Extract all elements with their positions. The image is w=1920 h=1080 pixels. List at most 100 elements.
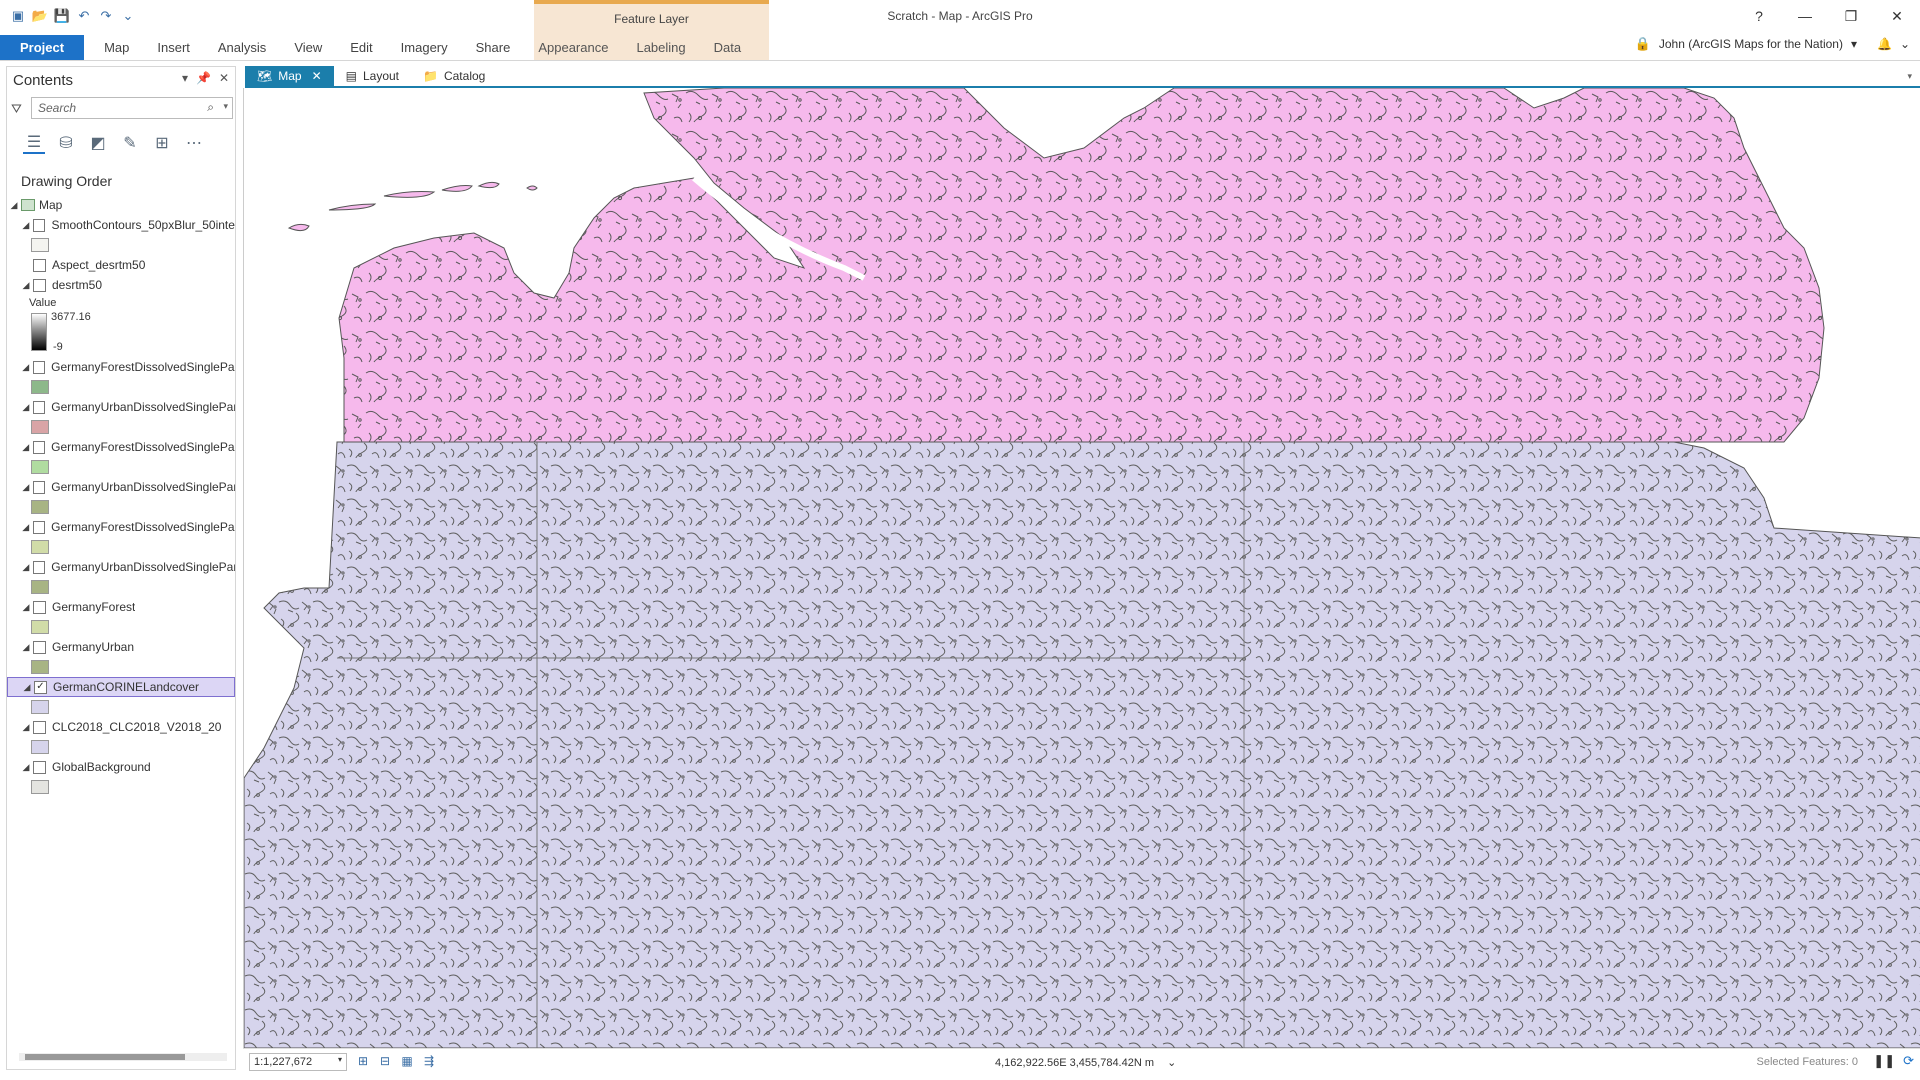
layer-item[interactable]: ◢ GermanyForest: [7, 597, 235, 617]
more-options-icon[interactable]: ⋯: [183, 132, 205, 154]
layer-symbol-swatch[interactable]: [31, 540, 49, 554]
tab-imagery[interactable]: Imagery: [387, 35, 462, 60]
layer-symbol-swatch[interactable]: [31, 780, 49, 794]
horizontal-scrollbar[interactable]: [19, 1053, 227, 1061]
tab-appearance[interactable]: Appearance: [524, 35, 622, 60]
expand-icon[interactable]: ◢: [19, 442, 33, 453]
layer-symbol-swatch[interactable]: [31, 660, 49, 674]
layer-visibility-checkbox[interactable]: [32, 440, 46, 454]
map-view[interactable]: [243, 88, 1920, 1048]
tab-edit[interactable]: Edit: [336, 35, 386, 60]
close-icon[interactable]: ✕: [312, 69, 322, 83]
layer-item[interactable]: Aspect_desrtm50: [7, 255, 235, 275]
grid-icon[interactable]: ⊟: [377, 1053, 393, 1069]
layer-symbol-swatch[interactable]: [31, 238, 49, 252]
layer-visibility-checkbox[interactable]: [33, 760, 46, 774]
list-by-drawing-order-icon[interactable]: ☰: [23, 132, 45, 154]
restore-button[interactable]: ❐: [1828, 0, 1874, 32]
coordinate-dropdown-icon[interactable]: ⌄: [1167, 1057, 1176, 1069]
minimize-button[interactable]: —: [1782, 0, 1828, 32]
scrollbar-thumb[interactable]: [25, 1054, 185, 1060]
layer-visibility-checkbox[interactable]: [32, 218, 46, 232]
view-tabs-overflow-icon[interactable]: ▾: [1907, 66, 1920, 86]
layer-symbol-swatch[interactable]: [31, 380, 49, 394]
expand-icon[interactable]: ◢: [19, 402, 33, 413]
expand-icon[interactable]: ◢: [19, 762, 33, 773]
layer-item[interactable]: ◢ GermanyForestDissolvedSinglePart: [7, 437, 235, 457]
scale-selector[interactable]: 1:1,227,672 ▾: [249, 1053, 347, 1071]
tab-analysis[interactable]: Analysis: [204, 35, 280, 60]
layer-item[interactable]: ◢ desrtm50: [7, 275, 235, 295]
search-dropdown-icon[interactable]: ▾: [223, 101, 228, 112]
layer-item[interactable]: ◢ GermanyForestDissolvedSinglePart: [7, 357, 235, 377]
new-project-icon[interactable]: ▣: [10, 8, 26, 24]
layer-symbol-swatch[interactable]: [31, 460, 49, 474]
coordinate-readout[interactable]: 4,162,922.56E 3,455,784.42N m ⌄: [995, 1056, 1176, 1069]
tab-labeling[interactable]: Labeling: [622, 35, 699, 60]
layer-symbol-swatch[interactable]: [31, 740, 49, 754]
view-tab-map[interactable]: 🗺 Map ✕: [245, 66, 334, 86]
layer-item[interactable]: ◢ SmoothContours_50pxBlur_50inter: [7, 215, 235, 235]
expand-icon[interactable]: ◢: [19, 722, 33, 733]
user-dropdown-icon[interactable]: ▾: [1851, 37, 1857, 51]
expand-icon[interactable]: ◢: [19, 482, 33, 493]
view-tab-layout[interactable]: ▤ Layout: [334, 66, 411, 86]
close-button[interactable]: ✕: [1874, 0, 1920, 32]
layer-visibility-checkbox[interactable]: [33, 278, 46, 292]
layer-item[interactable]: ◢ GermanyUrban: [7, 637, 235, 657]
expand-icon[interactable]: ◢: [19, 642, 33, 653]
tab-view[interactable]: View: [280, 35, 336, 60]
layer-symbol-swatch[interactable]: [31, 620, 49, 634]
save-icon[interactable]: 💾: [54, 8, 70, 24]
filter-icon[interactable]: ⛛: [11, 101, 22, 117]
chevron-down-icon[interactable]: ⌄: [1900, 37, 1910, 51]
tab-project[interactable]: Project: [0, 35, 85, 60]
layer-item[interactable]: ◢ GermanyForestDissolvedSinglePart: [7, 517, 235, 537]
tab-map[interactable]: Map: [90, 35, 143, 60]
list-by-selection-icon[interactable]: ◩: [87, 132, 109, 154]
view-tab-catalog[interactable]: 📁 Catalog: [411, 66, 497, 86]
layer-visibility-checkbox[interactable]: [33, 640, 46, 654]
notification-icon[interactable]: 🔔: [1877, 37, 1892, 51]
tab-insert[interactable]: Insert: [143, 35, 204, 60]
layer-item[interactable]: ◢ GermanyUrbanDissolvedSinglePart: [7, 397, 235, 417]
expand-icon[interactable]: ◢: [19, 220, 33, 231]
layer-item[interactable]: ◢ GermanyUrbanDissolvedSinglePart: [7, 557, 235, 577]
list-by-snapping-icon[interactable]: ⊞: [151, 132, 173, 154]
layer-item[interactable]: ◢ GlobalBackground: [7, 757, 235, 777]
layer-item[interactable]: ◢ GermanyUrbanDissolvedSinglePart: [7, 477, 235, 497]
list-by-data-source-icon[interactable]: ⛁: [55, 132, 77, 154]
pane-options-icon[interactable]: ▾: [182, 71, 188, 85]
open-icon[interactable]: 📂: [32, 8, 48, 24]
help-button[interactable]: ?: [1736, 0, 1782, 32]
pan-icon[interactable]: ⇶: [421, 1053, 437, 1069]
layer-symbol-swatch[interactable]: [31, 700, 49, 714]
pane-close-icon[interactable]: ✕: [219, 71, 229, 85]
expand-icon[interactable]: ◢: [20, 682, 34, 693]
pause-icon[interactable]: ❚❚: [1873, 1053, 1895, 1069]
search-icon[interactable]: ⌕: [207, 100, 214, 115]
snapping-icon[interactable]: ⊞: [355, 1053, 371, 1069]
customize-icon[interactable]: ⌄: [120, 8, 136, 24]
user-menu[interactable]: 🔒 John (ArcGIS Maps for the Nation) ▾ 🔔 …: [1635, 36, 1910, 52]
redo-icon[interactable]: ↷: [98, 8, 114, 24]
tab-share[interactable]: Share: [462, 35, 525, 60]
layer-visibility-checkbox[interactable]: [33, 720, 46, 734]
expand-icon[interactable]: ◢: [19, 602, 33, 613]
layer-symbol-swatch[interactable]: [31, 580, 49, 594]
layer-visibility-checkbox[interactable]: [33, 258, 46, 272]
expand-icon[interactable]: ◢: [19, 362, 33, 373]
refresh-icon[interactable]: ⟳: [1903, 1053, 1914, 1069]
expand-icon[interactable]: ◢: [19, 280, 33, 291]
layer-visibility-checkbox[interactable]: [32, 480, 46, 494]
layer-visibility-checkbox[interactable]: [32, 520, 46, 534]
layer-visibility-checkbox[interactable]: ✓: [34, 680, 47, 694]
layer-visibility-checkbox[interactable]: [33, 600, 46, 614]
layer-symbol-swatch[interactable]: [31, 500, 49, 514]
layer-item[interactable]: ◢ ✓ GermanCORINELandcover: [7, 677, 235, 697]
expand-icon[interactable]: ◢: [19, 522, 33, 533]
expand-icon[interactable]: ◢: [7, 200, 21, 211]
scale-dropdown-icon[interactable]: ▾: [338, 1055, 342, 1064]
map-node[interactable]: ◢ Map: [7, 195, 235, 215]
layer-visibility-checkbox[interactable]: [32, 560, 46, 574]
